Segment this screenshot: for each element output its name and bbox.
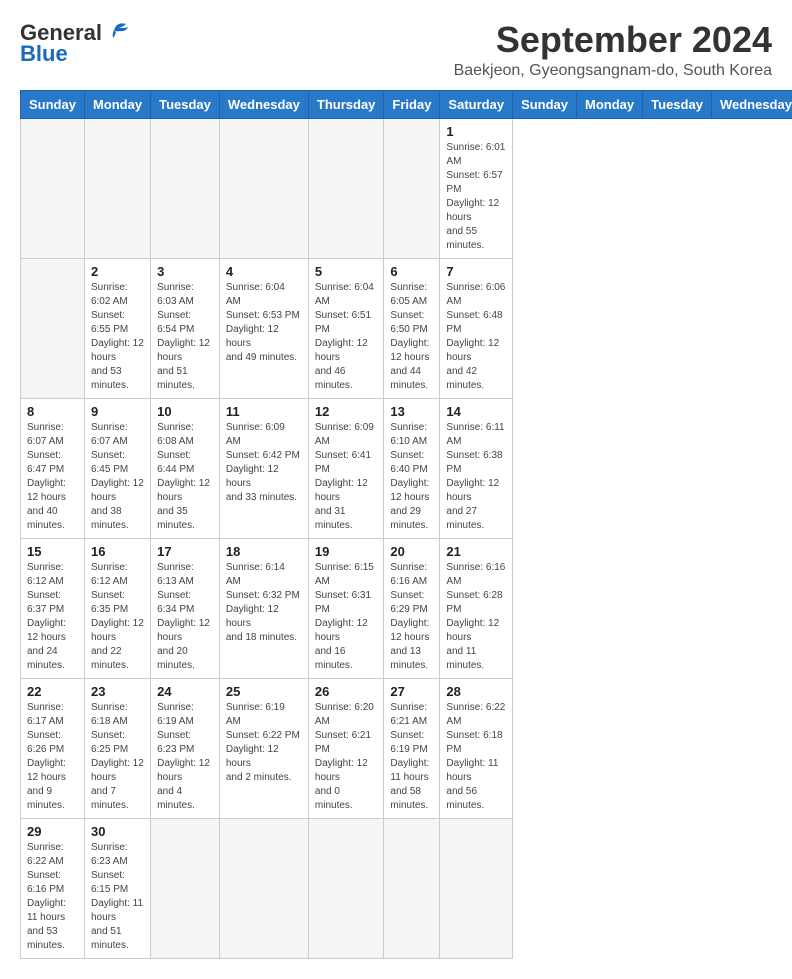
calendar-cell-16: 16Sunrise: 6:12 AM Sunset: 6:35 PM Dayli… <box>84 538 150 678</box>
calendar-cell-13: 13Sunrise: 6:10 AM Sunset: 6:40 PM Dayli… <box>384 398 440 538</box>
header-sunday: Sunday <box>21 90 85 118</box>
calendar-cell-empty <box>384 818 440 958</box>
calendar-cell-empty <box>151 118 220 258</box>
header-monday: Monday <box>577 90 643 118</box>
calendar-cell-empty <box>308 118 384 258</box>
calendar-cell-12: 12Sunrise: 6:09 AM Sunset: 6:41 PM Dayli… <box>308 398 384 538</box>
header-friday: Friday <box>384 90 440 118</box>
calendar-cell-empty <box>308 818 384 958</box>
calendar-cell-empty <box>219 118 308 258</box>
calendar-cell-empty <box>84 118 150 258</box>
calendar-cell-10: 10Sunrise: 6:08 AM Sunset: 6:44 PM Dayli… <box>151 398 220 538</box>
calendar-week-0: 1Sunrise: 6:01 AM Sunset: 6:57 PM Daylig… <box>21 118 792 258</box>
calendar-cell-empty <box>21 118 85 258</box>
calendar-cell-21: 21Sunrise: 6:16 AM Sunset: 6:28 PM Dayli… <box>440 538 513 678</box>
calendar-table: SundayMondayTuesdayWednesdayThursdayFrid… <box>20 90 792 959</box>
header-thursday: Thursday <box>308 90 384 118</box>
calendar-cell-28: 28Sunrise: 6:22 AM Sunset: 6:18 PM Dayli… <box>440 678 513 818</box>
calendar-cell-empty <box>21 258 85 398</box>
header-wednesday: Wednesday <box>219 90 308 118</box>
calendar-week-4: 22Sunrise: 6:17 AM Sunset: 6:26 PM Dayli… <box>21 678 792 818</box>
calendar-cell-24: 24Sunrise: 6:19 AM Sunset: 6:23 PM Dayli… <box>151 678 220 818</box>
calendar-week-5: 29Sunrise: 6:22 AM Sunset: 6:16 PM Dayli… <box>21 818 792 958</box>
title-section: September 2024 Baekjeon, Gyeongsangnam-d… <box>454 20 772 80</box>
calendar-cell-17: 17Sunrise: 6:13 AM Sunset: 6:34 PM Dayli… <box>151 538 220 678</box>
calendar-cell-4: 4Sunrise: 6:04 AM Sunset: 6:53 PM Daylig… <box>219 258 308 398</box>
calendar-cell-1: 1Sunrise: 6:01 AM Sunset: 6:57 PM Daylig… <box>440 118 513 258</box>
calendar-week-1: 2Sunrise: 6:02 AM Sunset: 6:55 PM Daylig… <box>21 258 792 398</box>
month-title: September 2024 <box>454 20 772 60</box>
calendar-cell-15: 15Sunrise: 6:12 AM Sunset: 6:37 PM Dayli… <box>21 538 85 678</box>
calendar-cell-empty <box>219 818 308 958</box>
calendar-cell-empty <box>440 818 513 958</box>
calendar-cell-empty <box>151 818 220 958</box>
calendar-cell-5: 5Sunrise: 6:04 AM Sunset: 6:51 PM Daylig… <box>308 258 384 398</box>
calendar-cell-29: 29Sunrise: 6:22 AM Sunset: 6:16 PM Dayli… <box>21 818 85 958</box>
calendar-cell-8: 8Sunrise: 6:07 AM Sunset: 6:47 PM Daylig… <box>21 398 85 538</box>
calendar-week-2: 8Sunrise: 6:07 AM Sunset: 6:47 PM Daylig… <box>21 398 792 538</box>
header-monday: Monday <box>84 90 150 118</box>
calendar-cell-20: 20Sunrise: 6:16 AM Sunset: 6:29 PM Dayli… <box>384 538 440 678</box>
calendar-cell-2: 2Sunrise: 6:02 AM Sunset: 6:55 PM Daylig… <box>84 258 150 398</box>
calendar-week-3: 15Sunrise: 6:12 AM Sunset: 6:37 PM Dayli… <box>21 538 792 678</box>
calendar-cell-7: 7Sunrise: 6:06 AM Sunset: 6:48 PM Daylig… <box>440 258 513 398</box>
calendar-cell-9: 9Sunrise: 6:07 AM Sunset: 6:45 PM Daylig… <box>84 398 150 538</box>
calendar-cell-empty <box>384 118 440 258</box>
header-tuesday: Tuesday <box>643 90 712 118</box>
calendar-cell-19: 19Sunrise: 6:15 AM Sunset: 6:31 PM Dayli… <box>308 538 384 678</box>
calendar-cell-23: 23Sunrise: 6:18 AM Sunset: 6:25 PM Dayli… <box>84 678 150 818</box>
location-title: Baekjeon, Gyeongsangnam-do, South Korea <box>454 62 772 80</box>
calendar-cell-30: 30Sunrise: 6:23 AM Sunset: 6:15 PM Dayli… <box>84 818 150 958</box>
calendar-cell-22: 22Sunrise: 6:17 AM Sunset: 6:26 PM Dayli… <box>21 678 85 818</box>
calendar-cell-3: 3Sunrise: 6:03 AM Sunset: 6:54 PM Daylig… <box>151 258 220 398</box>
calendar-cell-6: 6Sunrise: 6:05 AM Sunset: 6:50 PM Daylig… <box>384 258 440 398</box>
calendar-cell-27: 27Sunrise: 6:21 AM Sunset: 6:19 PM Dayli… <box>384 678 440 818</box>
header-saturday: Saturday <box>440 90 513 118</box>
page-header: General Blue September 2024 Baekjeon, Gy… <box>20 20 772 80</box>
calendar-header-row: SundayMondayTuesdayWednesdayThursdayFrid… <box>21 90 792 118</box>
logo-bird-icon <box>102 22 130 44</box>
header-wednesday: Wednesday <box>711 90 792 118</box>
calendar-cell-18: 18Sunrise: 6:14 AM Sunset: 6:32 PM Dayli… <box>219 538 308 678</box>
calendar-cell-14: 14Sunrise: 6:11 AM Sunset: 6:38 PM Dayli… <box>440 398 513 538</box>
calendar-cell-11: 11Sunrise: 6:09 AM Sunset: 6:42 PM Dayli… <box>219 398 308 538</box>
logo: General Blue <box>20 20 130 65</box>
calendar-cell-25: 25Sunrise: 6:19 AM Sunset: 6:22 PM Dayli… <box>219 678 308 818</box>
calendar-cell-26: 26Sunrise: 6:20 AM Sunset: 6:21 PM Dayli… <box>308 678 384 818</box>
logo-blue: Blue <box>20 43 68 65</box>
header-sunday: Sunday <box>513 90 577 118</box>
header-tuesday: Tuesday <box>151 90 220 118</box>
